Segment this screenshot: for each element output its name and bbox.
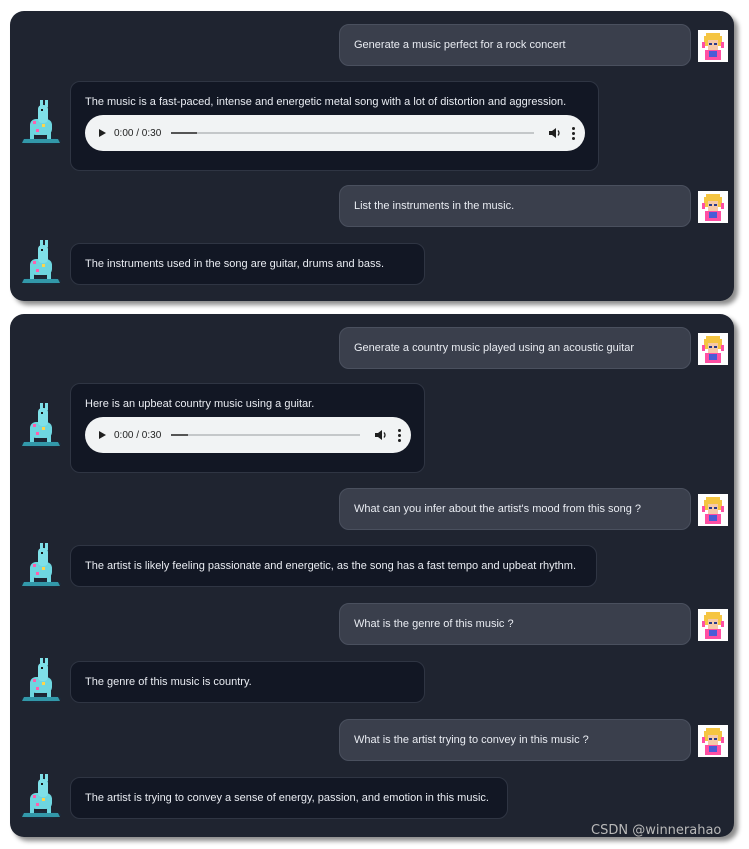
message-text: Generate a country music played using an… <box>354 342 635 354</box>
llama-avatar-icon <box>16 773 66 821</box>
user-message: Generate a music perfect for a rock conc… <box>339 24 691 66</box>
message-text: The artist is trying to convey a sense o… <box>85 792 489 804</box>
play-icon[interactable] <box>99 431 106 439</box>
audio-player[interactable]: 0:00 / 0:30 <box>85 417 411 453</box>
audio-time: 0:00 / 0:30 <box>114 127 162 139</box>
bot-message: The artist is trying to convey a sense o… <box>70 777 508 819</box>
message-text: What can you infer about the artist's mo… <box>354 503 642 515</box>
llama-avatar-icon <box>16 99 66 147</box>
bot-message: The genre of this music is country. <box>70 661 425 703</box>
audio-progress-bar[interactable] <box>171 434 360 436</box>
bot-message: The music is a fast-paced, intense and e… <box>70 81 599 171</box>
volume-icon[interactable] <box>548 127 562 139</box>
message-text: What is the genre of this music ? <box>354 618 514 630</box>
audio-progress-bar[interactable] <box>171 132 534 134</box>
message-text: The artist is likely feeling passionate … <box>85 560 577 572</box>
more-options-icon[interactable] <box>572 126 575 140</box>
user-message: Generate a country music played using an… <box>339 327 691 369</box>
user-avatar-icon <box>698 494 728 526</box>
message-text: The music is a fast-paced, intense and e… <box>85 96 567 108</box>
message-text: Generate a music perfect for a rock conc… <box>354 39 566 51</box>
llama-avatar-icon <box>16 239 66 287</box>
message-text: What is the artist trying to convey in t… <box>354 734 589 746</box>
chat-panel-2: Generate a country music played using an… <box>10 314 734 837</box>
message-text: The genre of this music is country. <box>85 676 252 688</box>
more-options-icon[interactable] <box>398 428 401 442</box>
play-icon[interactable] <box>99 129 106 137</box>
watermark: CSDN @winnerahao <box>591 823 722 838</box>
bot-message: The artist is likely feeling passionate … <box>70 545 597 587</box>
message-text: Here is an upbeat country music using a … <box>85 398 315 410</box>
user-message: What is the genre of this music ? <box>339 603 691 645</box>
bot-message: The instruments used in the song are gui… <box>70 243 425 285</box>
llama-avatar-icon <box>16 542 66 590</box>
llama-avatar-icon <box>16 402 66 450</box>
llama-avatar-icon <box>16 657 66 705</box>
user-avatar-icon <box>698 30 728 62</box>
audio-time: 0:00 / 0:30 <box>114 429 162 441</box>
user-message: List the instruments in the music. <box>339 185 691 227</box>
chat-panel-1: Generate a music perfect for a rock conc… <box>10 11 734 301</box>
user-message: What is the artist trying to convey in t… <box>339 719 691 761</box>
message-text: The instruments used in the song are gui… <box>85 258 384 270</box>
user-avatar-icon <box>698 609 728 641</box>
user-avatar-icon <box>698 725 728 757</box>
message-text: List the instruments in the music. <box>354 200 515 212</box>
user-avatar-icon <box>698 191 728 223</box>
user-avatar-icon <box>698 333 728 365</box>
bot-message: Here is an upbeat country music using a … <box>70 383 425 473</box>
volume-icon[interactable] <box>374 429 388 441</box>
audio-player[interactable]: 0:00 / 0:30 <box>85 115 585 151</box>
user-message: What can you infer about the artist's mo… <box>339 488 691 530</box>
